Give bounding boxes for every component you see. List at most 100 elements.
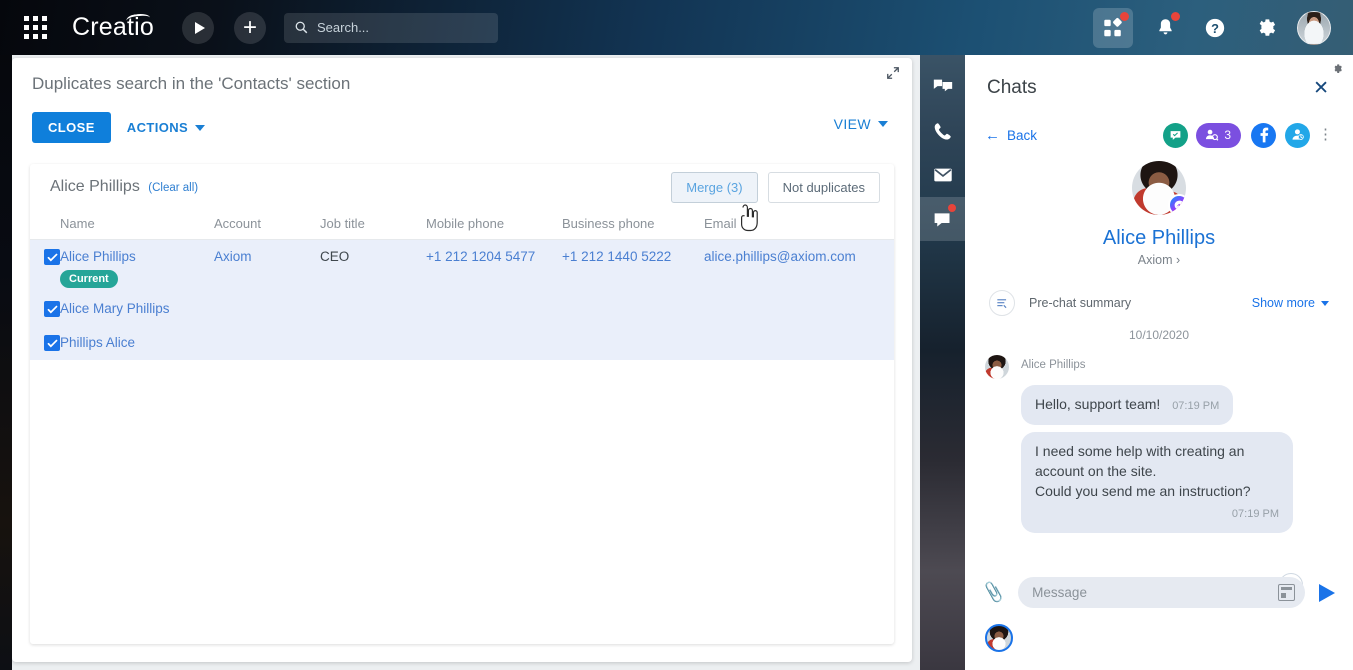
table-row[interactable]: Phillips Alice xyxy=(30,326,894,360)
message-author-row: Alice Phillips xyxy=(965,355,1353,379)
search-box[interactable] xyxy=(284,12,498,43)
participants-icon xyxy=(1206,129,1219,141)
facebook-chip[interactable] xyxy=(1251,122,1276,148)
message-input[interactable] xyxy=(1032,585,1278,600)
column-header-job-title[interactable]: Job title xyxy=(320,210,426,240)
chat-bubbles-icon[interactable] xyxy=(920,65,965,109)
summary-list-glyph xyxy=(997,299,1007,309)
resolve-check-bubble-icon xyxy=(1170,130,1181,140)
send-icon[interactable] xyxy=(1319,583,1335,602)
row-checkbox-cell xyxy=(30,292,60,326)
avatar[interactable] xyxy=(1132,161,1186,215)
resolve-chip[interactable] xyxy=(1163,122,1189,148)
duplicates-modal: Duplicates search in the 'Contacts' sect… xyxy=(12,58,912,662)
search-input[interactable] xyxy=(317,20,487,35)
agent-avatar[interactable] xyxy=(985,624,1013,652)
cell-job-title xyxy=(320,326,426,360)
plus-icon[interactable]: + xyxy=(234,11,266,44)
chat-icon[interactable] xyxy=(920,197,965,241)
contact-block: Alice Phillips Axiom › xyxy=(965,161,1353,267)
clear-all-link[interactable]: (Clear all) xyxy=(148,182,198,194)
marketplace-icon[interactable] xyxy=(1093,7,1133,48)
duplicates-group-header: Alice Phillips (Clear all) Merge (3) Not… xyxy=(30,164,894,210)
settings-gear-icon[interactable] xyxy=(1247,10,1283,46)
gear-icon[interactable] xyxy=(1331,63,1343,75)
duplicate-group-name: Alice Phillips xyxy=(50,178,140,195)
cell-job-title xyxy=(320,292,426,326)
play-icon[interactable] xyxy=(182,11,214,44)
pre-chat-summary-row: Pre-chat summary Show more xyxy=(965,285,1353,321)
help-question-icon[interactable]: ? xyxy=(1197,10,1233,46)
plus-glyph: + xyxy=(242,13,257,41)
chats-panel: Chats ✕ ← Back 3 ⋮ Alice Phillips Axiom … xyxy=(965,55,1353,670)
column-header-email[interactable]: Email xyxy=(704,210,894,240)
envelope-glyph xyxy=(933,168,952,182)
chats-title: Chats xyxy=(987,77,1037,98)
not-duplicates-button[interactable]: Not duplicates xyxy=(767,172,880,203)
user-avatar[interactable] xyxy=(1297,10,1331,45)
paperclip-icon[interactable]: 📎 xyxy=(981,581,1006,605)
chevron-down-icon xyxy=(1321,300,1329,306)
view-label: VIEW xyxy=(833,116,871,132)
chats-subheader: ← Back 3 ⋮ xyxy=(965,115,1353,155)
notifications-bell-icon[interactable] xyxy=(1147,10,1183,46)
avatar xyxy=(985,355,1009,379)
cell-email xyxy=(704,292,894,326)
close-icon[interactable]: ✕ xyxy=(1313,77,1329,100)
actions-button[interactable]: ACTIONS xyxy=(127,120,206,135)
message-bubble[interactable]: Hello, support team! 07:19 PM xyxy=(1021,385,1234,425)
phone-icon[interactable] xyxy=(920,109,965,153)
brand-logo[interactable]: Creatio xyxy=(72,12,154,42)
row-checkbox[interactable] xyxy=(44,249,60,265)
message-bubble-wrap: I need some help with creating an accoun… xyxy=(1021,432,1353,533)
column-header-mobile-phone[interactable]: Mobile phone xyxy=(426,210,562,240)
back-label: Back xyxy=(1007,127,1038,143)
email-envelope-icon[interactable] xyxy=(920,153,965,197)
message-text: Hello, support team! xyxy=(1035,396,1161,412)
chevron-down-icon xyxy=(195,124,206,131)
column-header-name[interactable]: Name xyxy=(60,210,214,240)
facebook-icon xyxy=(1260,127,1268,143)
page-title: Duplicates search in the 'Contacts' sect… xyxy=(32,74,351,93)
check-icon xyxy=(47,339,57,347)
message-bubble[interactable]: I need some help with creating an accoun… xyxy=(1021,432,1293,533)
template-icon[interactable] xyxy=(1278,584,1295,601)
assign-chip[interactable] xyxy=(1285,122,1310,148)
column-header-account[interactable]: Account xyxy=(214,210,320,240)
message-bubble-wrap: Hello, support team! 07:19 PM xyxy=(1021,385,1353,425)
question-glyph: ? xyxy=(1205,18,1225,37)
participants-chip[interactable]: 3 xyxy=(1196,122,1241,148)
merge-button[interactable]: Merge (3) xyxy=(671,172,758,203)
contact-name-link[interactable]: Alice Phillips xyxy=(60,249,214,264)
cell-mobile-phone[interactable]: +1 212 1204 5477 xyxy=(426,239,562,292)
contact-account-label: Axiom xyxy=(1137,253,1173,267)
pre-chat-summary-label: Pre-chat summary xyxy=(1029,296,1132,310)
apps-grid-icon[interactable] xyxy=(24,15,48,40)
row-checkbox[interactable] xyxy=(44,301,60,317)
cell-business-phone[interactable]: +1 212 1440 5222 xyxy=(562,239,704,292)
svg-text:?: ? xyxy=(1211,20,1219,35)
chat-action-chips: 3 ⋮ xyxy=(1163,122,1333,148)
show-more-button[interactable]: Show more xyxy=(1252,296,1329,310)
table-row[interactable]: Alice Mary Phillips xyxy=(30,292,894,326)
avatar-image xyxy=(1298,11,1330,44)
view-button[interactable]: VIEW xyxy=(834,116,888,132)
column-header-business-phone[interactable]: Business phone xyxy=(562,210,704,240)
cell-account: Axiom xyxy=(214,239,320,292)
account-link[interactable]: Axiom xyxy=(214,249,252,264)
table-row[interactable]: Alice Phillips Current Axiom CEO +1 212 … xyxy=(30,239,894,292)
back-button[interactable]: ← Back xyxy=(985,127,1037,144)
contact-account[interactable]: Axiom › xyxy=(965,253,1353,267)
cell-account xyxy=(214,326,320,360)
message-input-wrap[interactable] xyxy=(1018,577,1305,608)
more-vertical-icon[interactable]: ⋮ xyxy=(1318,127,1333,142)
top-header: Creatio + Search... ? xyxy=(0,0,1353,55)
contact-name[interactable]: Alice Phillips xyxy=(965,227,1353,250)
row-checkbox[interactable] xyxy=(44,335,60,351)
close-button[interactable]: CLOSE xyxy=(32,112,111,143)
contact-name-link[interactable]: Alice Mary Phillips xyxy=(60,301,170,316)
expand-icon[interactable] xyxy=(886,66,900,80)
cell-email[interactable]: alice.phillips@axiom.com xyxy=(704,239,894,292)
chat-date: 10/10/2020 xyxy=(1128,328,1190,342)
contact-name-link[interactable]: Phillips Alice xyxy=(60,335,135,350)
